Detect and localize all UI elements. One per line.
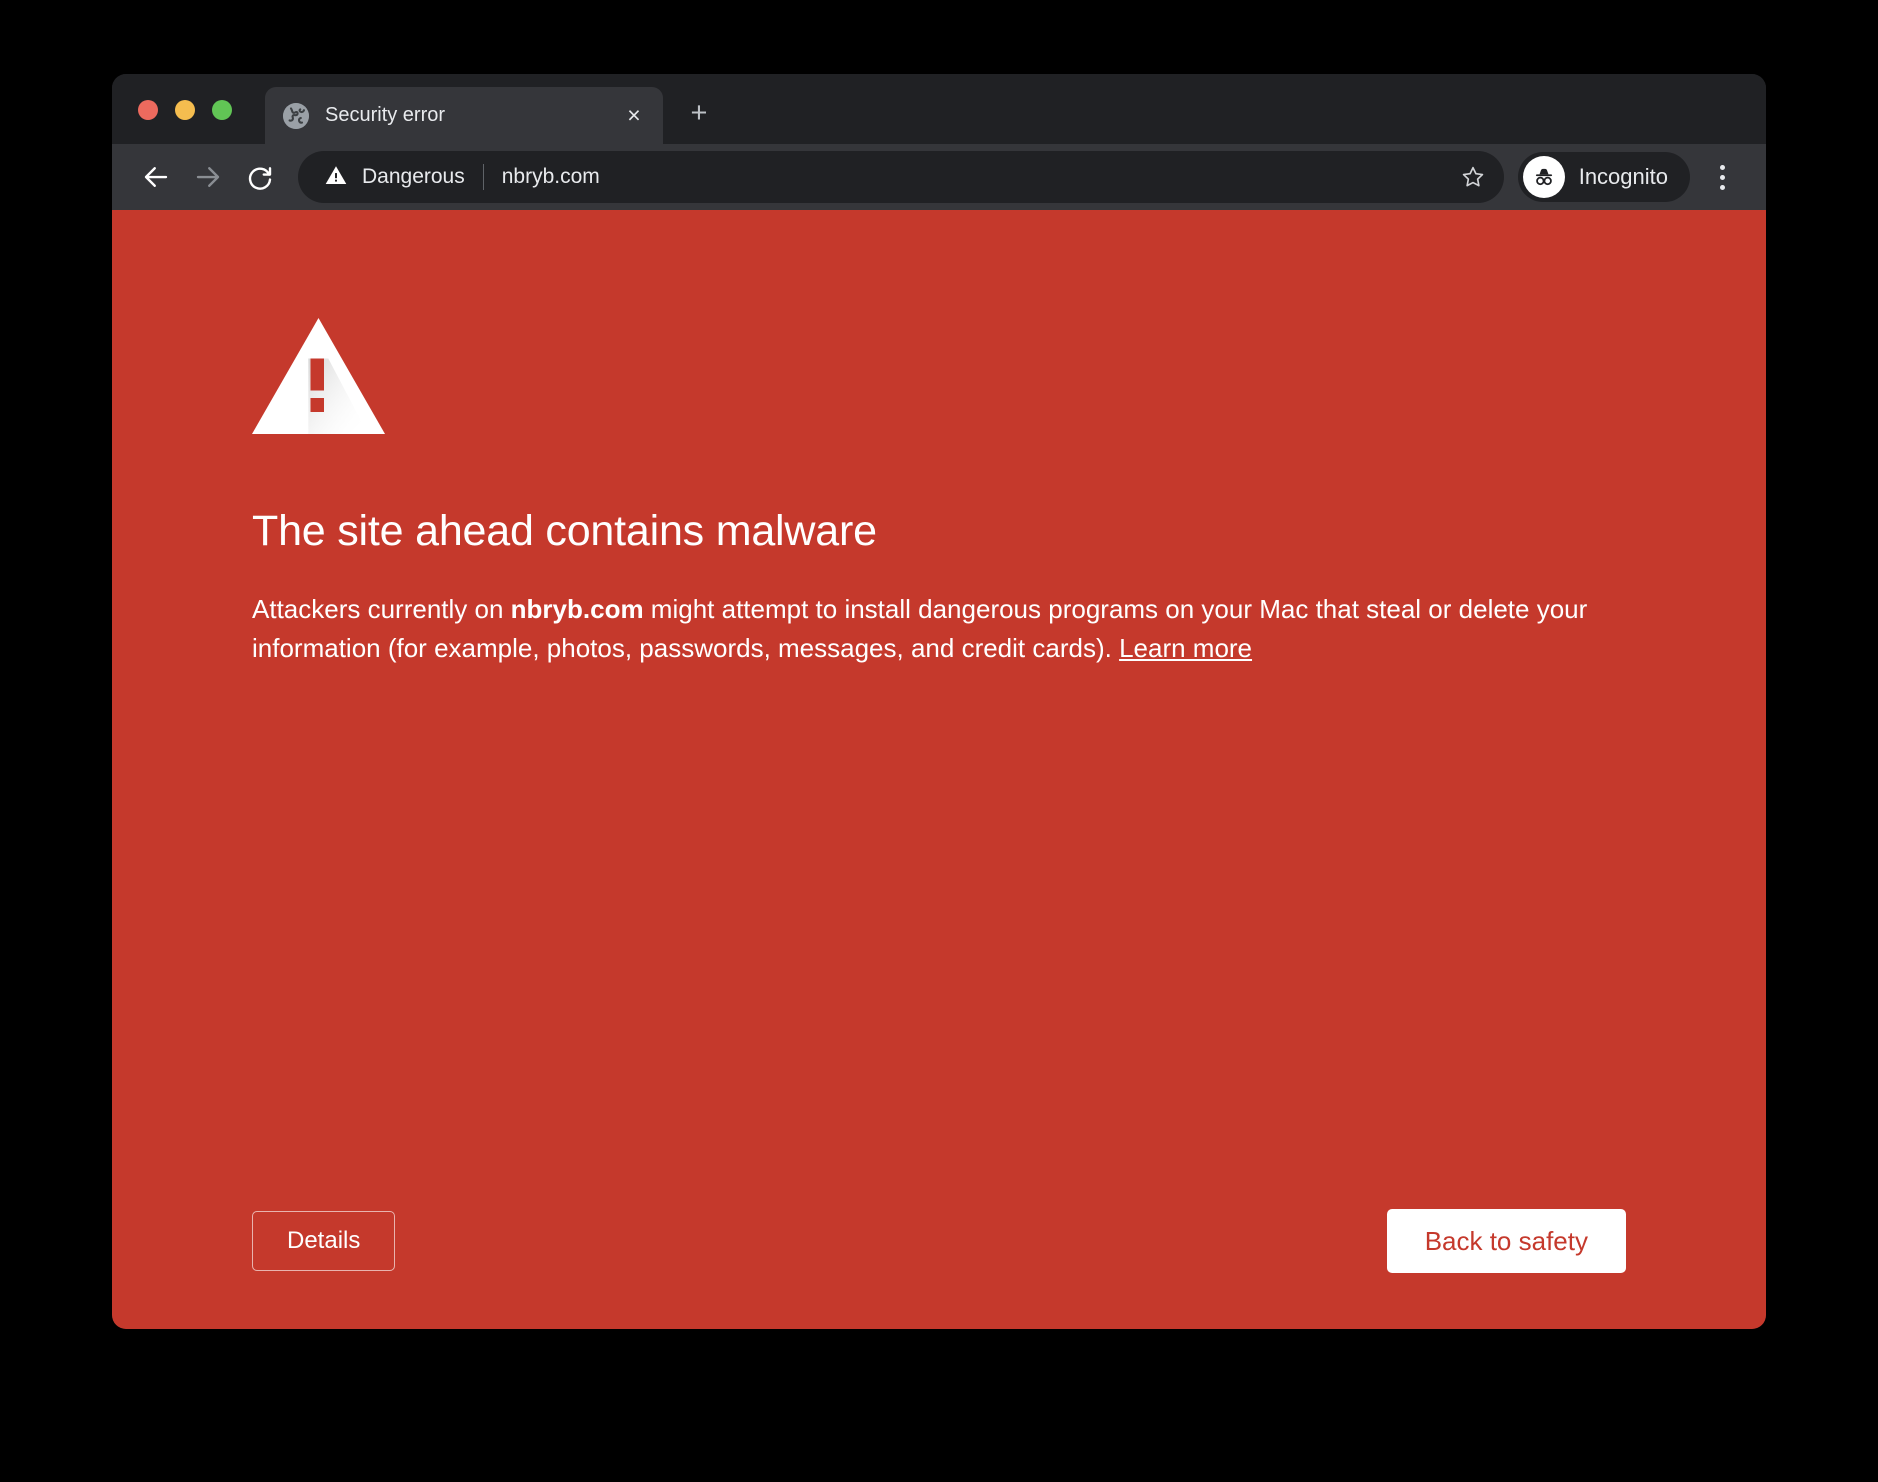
omnibox-divider xyxy=(482,164,484,190)
incognito-icon xyxy=(1522,156,1565,198)
security-status[interactable]: Dangerous xyxy=(324,163,465,192)
globe-icon xyxy=(283,102,309,129)
back-arrow-icon[interactable] xyxy=(130,151,182,203)
new-tab-button[interactable]: + xyxy=(680,94,718,132)
browser-window: Security error × + Dangerous nbryb.com I… xyxy=(112,74,1766,1329)
dangerous-warning-icon xyxy=(324,163,348,192)
warning-triangle-icon xyxy=(252,318,385,434)
url-text[interactable]: nbryb.com xyxy=(502,165,1450,189)
minimize-window-button[interactable] xyxy=(175,100,195,120)
close-tab-button[interactable]: × xyxy=(619,101,649,131)
incognito-label: Incognito xyxy=(1578,164,1668,189)
interstitial-footer: Details Back to safety xyxy=(252,1209,1626,1273)
three-dot-menu-icon[interactable] xyxy=(1700,151,1744,203)
window-controls xyxy=(138,100,232,120)
security-interstitial-page: The site ahead contains malware Attacker… xyxy=(112,210,1766,1329)
close-window-button[interactable] xyxy=(138,100,158,120)
tab-title: Security error xyxy=(325,104,446,126)
tab-strip: Security error × + xyxy=(112,74,1766,144)
browser-toolbar: Dangerous nbryb.com Incognito xyxy=(112,144,1766,210)
description-part-1: Attackers currently on xyxy=(252,593,511,624)
tab-security-error[interactable]: Security error × xyxy=(265,87,663,144)
reload-icon[interactable] xyxy=(234,151,286,203)
page-description: Attackers currently on nbryb.com might a… xyxy=(252,590,1626,669)
incognito-profile-button[interactable]: Incognito xyxy=(1517,152,1690,202)
security-status-label: Dangerous xyxy=(362,165,465,188)
forward-arrow-icon[interactable] xyxy=(182,151,234,203)
maximize-window-button[interactable] xyxy=(212,100,232,120)
back-to-safety-button[interactable]: Back to safety xyxy=(1386,1209,1626,1273)
star-icon[interactable] xyxy=(1450,154,1496,200)
address-bar[interactable]: Dangerous nbryb.com xyxy=(298,151,1504,203)
details-button[interactable]: Details xyxy=(252,1211,396,1271)
page-title: The site ahead contains malware xyxy=(252,507,877,555)
learn-more-link[interactable]: Learn more xyxy=(1119,633,1252,663)
description-domain: nbryb.com xyxy=(510,593,644,624)
